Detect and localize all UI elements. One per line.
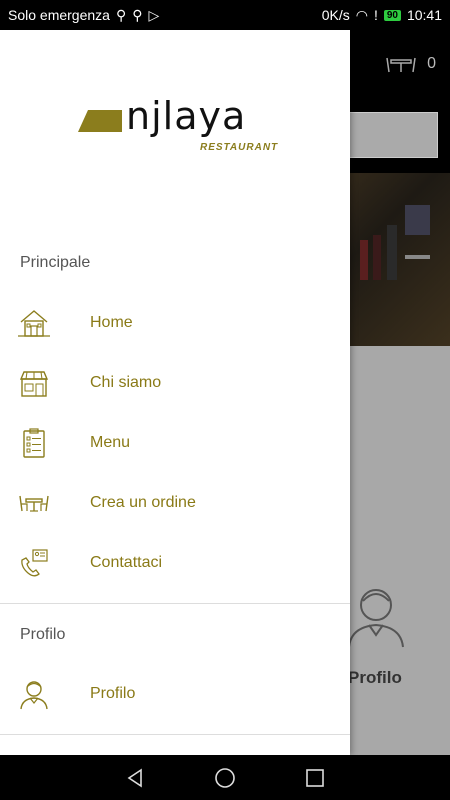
- menu-item-create-order[interactable]: Crea un ordine: [0, 473, 350, 533]
- home-button[interactable]: [210, 763, 240, 793]
- status-bar: Solo emergenza ⚲ ⚲ ▷ 0K/s ◠ ! 90 10:41: [0, 0, 450, 30]
- storefront-icon: [19, 371, 49, 397]
- logo-wordmark: njlaya: [126, 94, 247, 138]
- section-divider-2: [0, 734, 350, 735]
- battery-icon: 90: [383, 9, 401, 21]
- system-nav-bar: [0, 755, 450, 800]
- user-avatar-icon: [20, 681, 48, 710]
- section-divider: [0, 603, 350, 604]
- clipboard-list-icon: [23, 428, 45, 458]
- menu-label-about: Chi siamo: [90, 374, 162, 391]
- recents-square-icon: [306, 768, 324, 787]
- clock: 10:41: [406, 7, 442, 23]
- play-store-icon: ▷: [148, 6, 160, 23]
- section-title-main: Principale: [20, 254, 91, 271]
- navigation-drawer: njlaya RESTAURANT Principale Home Chi si…: [0, 30, 350, 755]
- back-triangle-icon: [127, 768, 142, 787]
- cart-area[interactable]: 0: [385, 54, 436, 74]
- wine-bottles-image: [360, 205, 430, 280]
- recents-button[interactable]: [300, 763, 330, 793]
- menu-item-profile[interactable]: Profilo: [0, 664, 350, 724]
- menu-label-contact: Contattaci: [90, 554, 163, 571]
- back-button[interactable]: [120, 763, 150, 793]
- menu-label-create-order: Crea un ordine: [90, 494, 196, 511]
- menu-label-home: Home: [90, 314, 133, 331]
- cart-count: 0: [427, 55, 436, 72]
- carrier-text: Solo emergenza: [8, 7, 110, 23]
- logo-mark-icon: [78, 110, 122, 132]
- dining-table-icon: [19, 495, 49, 512]
- restaurant-logo: njlaya RESTAURANT: [78, 94, 279, 157]
- phone-contact-icon: [21, 549, 48, 577]
- menu-label-menu: Menu: [90, 434, 131, 451]
- profile-tile-icon: [348, 589, 404, 648]
- menu-item-about[interactable]: Chi siamo: [0, 353, 350, 413]
- usb-icon: ⚲: [115, 6, 127, 23]
- section-title-profile: Profilo: [20, 626, 66, 643]
- alert-icon: !: [373, 7, 378, 23]
- table-cart-icon: [386, 57, 416, 73]
- logo-subtitle: RESTAURANT: [200, 142, 279, 153]
- menu-item-contact[interactable]: Contattaci: [0, 533, 350, 593]
- menu-item-menu[interactable]: Menu: [0, 413, 350, 473]
- network-speed: 0K/s: [321, 7, 350, 23]
- usb-icon-2: ⚲: [132, 6, 143, 23]
- menu-label-profile: Profilo: [90, 685, 136, 702]
- home-circle-icon: [215, 767, 235, 788]
- wifi-icon: ◠: [355, 6, 368, 23]
- house-icon: [18, 310, 50, 337]
- profile-tile-label[interactable]: Profilo: [348, 668, 402, 688]
- menu-item-home[interactable]: Home: [0, 293, 350, 353]
